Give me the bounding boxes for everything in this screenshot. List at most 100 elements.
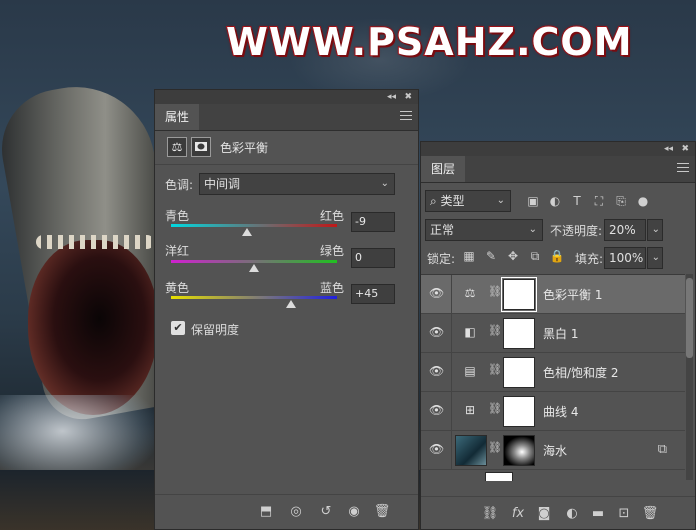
opacity-input[interactable]: 20% xyxy=(604,219,646,241)
close-icon[interactable]: ✖ xyxy=(404,90,412,104)
lock-image-icon[interactable]: ✎ xyxy=(483,248,499,264)
tab-layers[interactable]: 图层 xyxy=(421,156,466,182)
smart-filter-icon[interactable]: ⧉ xyxy=(658,442,667,457)
chevron-down-icon: ⌄ xyxy=(528,224,537,235)
lock-position-icon[interactable]: ✥ xyxy=(505,248,521,264)
smart-object-filter-icon[interactable]: ⎘ xyxy=(613,193,629,209)
layer-mask-thumbnail[interactable] xyxy=(503,435,535,466)
add-mask-icon[interactable]: ◙ xyxy=(535,505,553,523)
panel-menu-icon[interactable] xyxy=(400,111,412,121)
pixel-filter-icon[interactable]: ▣ xyxy=(525,193,541,209)
layers-scrollbar[interactable] xyxy=(686,274,693,480)
shark-teeth xyxy=(36,235,154,249)
layer-row-sea-water[interactable]: 👁 ⛓ 海水 ⧉ xyxy=(421,431,685,470)
cyan-red-value[interactable]: -9 xyxy=(351,212,395,232)
adjustment-title: 色彩平衡 xyxy=(220,141,269,155)
collapse-icon[interactable]: ◂◂ xyxy=(664,142,673,156)
lock-artboard-icon[interactable]: ⧉ xyxy=(527,248,543,264)
opacity-dropdown[interactable]: ⌄ xyxy=(647,219,663,241)
adjustment-filter-icon[interactable]: ◐ xyxy=(547,193,563,209)
fill-dropdown[interactable]: ⌄ xyxy=(647,247,663,269)
yellow-blue-value[interactable]: +45 xyxy=(351,284,395,304)
link-icon[interactable]: ⛓ xyxy=(488,285,502,298)
chevron-down-icon: ⌄ xyxy=(380,178,389,189)
type-filter-icon[interactable]: T xyxy=(569,193,585,209)
shape-filter-icon[interactable]: ⛶ xyxy=(591,193,607,209)
preserve-luminosity-checkbox[interactable]: ✔ xyxy=(171,321,185,335)
watermark-text: WWW.PSAHZ.COM xyxy=(225,19,633,65)
layer-mask-thumbnail[interactable] xyxy=(503,318,535,349)
view-previous-icon[interactable]: ◎ xyxy=(287,503,305,521)
eye-icon[interactable]: 👁 xyxy=(429,286,444,300)
link-layers-icon[interactable]: ⛓ xyxy=(481,505,499,523)
adjustment-header: ⚖ 色彩平衡 xyxy=(155,130,418,165)
filter-toggle-icon[interactable]: ● xyxy=(635,193,651,209)
new-group-icon[interactable]: ▬ xyxy=(589,505,607,523)
tone-value: 中间调 xyxy=(204,177,241,191)
lock-all-icon[interactable]: 🔒 xyxy=(549,248,565,264)
chevron-down-icon: ⌄ xyxy=(651,224,660,235)
cyan-red-thumb[interactable] xyxy=(241,228,252,236)
link-icon[interactable]: ⛓ xyxy=(488,441,502,454)
layer-image-thumbnail[interactable] xyxy=(455,435,487,466)
black-white-icon: ◧ xyxy=(464,325,476,339)
layer-row-color-balance[interactable]: 👁 ⚖ ⛓ 色彩平衡 1 xyxy=(421,275,685,314)
filter-kind-dropdown[interactable]: ⌕ 类型 ⌄ xyxy=(425,190,511,212)
layer-mask-thumbnail[interactable] xyxy=(501,277,537,312)
scales-icon[interactable]: ⚖ xyxy=(167,137,187,157)
tone-dropdown[interactable]: 中间调 ⌄ xyxy=(199,173,395,195)
cyan-red-track[interactable] xyxy=(171,224,337,227)
yellow-blue-thumb[interactable] xyxy=(286,300,297,308)
eye-icon[interactable]: 👁 xyxy=(429,403,444,417)
new-layer-icon[interactable]: ⊡ xyxy=(615,505,633,523)
eye-icon[interactable]: 👁 xyxy=(429,442,444,456)
close-icon[interactable]: ✖ xyxy=(681,142,689,156)
divider xyxy=(451,275,452,313)
new-adjustment-icon[interactable]: ◐ xyxy=(563,505,581,523)
panel-titlebar: ◂◂ ✖ xyxy=(155,90,418,104)
layer-thumbnail xyxy=(485,472,513,481)
chevron-down-icon: ⌄ xyxy=(496,195,505,206)
trash-icon[interactable]: 🗑 xyxy=(373,503,391,521)
magenta-green-value[interactable]: 0 xyxy=(351,248,395,268)
lock-transparent-icon[interactable]: ▦ xyxy=(461,248,477,264)
divider xyxy=(451,353,452,391)
link-icon[interactable]: ⛓ xyxy=(488,402,502,415)
layer-mask-thumbnail[interactable] xyxy=(503,357,535,388)
tab-properties[interactable]: 属性 xyxy=(155,104,200,130)
layer-mask-thumbnail[interactable] xyxy=(503,396,535,427)
slider-left-label: 青色 xyxy=(165,209,190,223)
reset-icon[interactable]: ↺ xyxy=(317,503,335,521)
divider xyxy=(451,431,452,469)
collapse-icon[interactable]: ◂◂ xyxy=(387,90,396,104)
scroll-thumb[interactable] xyxy=(686,278,693,358)
magenta-green-track[interactable] xyxy=(171,260,337,263)
blend-mode-dropdown[interactable]: 正常 ⌄ xyxy=(425,219,543,241)
clip-to-layer-icon[interactable]: ⬒ xyxy=(257,503,275,521)
fill-label: 填充: xyxy=(575,252,604,266)
slider-right-label: 蓝色 xyxy=(320,281,345,295)
slider-left-label: 洋红 xyxy=(165,244,190,258)
layer-name: 海水 xyxy=(543,444,568,458)
mask-icon[interactable] xyxy=(191,137,211,157)
link-icon[interactable]: ⛓ xyxy=(488,363,502,376)
eye-icon[interactable]: 👁 xyxy=(429,364,444,378)
shark-mouth xyxy=(28,240,158,415)
link-icon[interactable]: ⛓ xyxy=(488,324,502,337)
layer-row-curves[interactable]: 👁 ⊞ ⛓ 曲线 4 xyxy=(421,392,685,431)
trash-icon[interactable]: 🗑 xyxy=(641,505,659,523)
layer-row-hue-saturation[interactable]: 👁 ▤ ⛓ 色相/饱和度 2 xyxy=(421,353,685,392)
fx-icon[interactable]: fx xyxy=(509,505,527,523)
lock-label: 锁定: xyxy=(427,252,456,266)
layer-row-black-white[interactable]: 👁 ◧ ⛓ 黑白 1 xyxy=(421,314,685,353)
divider xyxy=(451,392,452,430)
magenta-green-thumb[interactable] xyxy=(249,264,259,272)
visibility-eye-icon[interactable]: ◉ xyxy=(345,503,363,521)
eye-icon[interactable]: 👁 xyxy=(429,325,444,339)
fill-input[interactable]: 100% xyxy=(604,247,646,269)
layer-row-partial[interactable]: 👁 xyxy=(421,470,685,481)
panel-menu-icon[interactable] xyxy=(677,163,689,173)
yellow-blue-track[interactable] xyxy=(171,296,337,299)
layers-footer: ⛓ fx ◙ ◐ ▬ ⊡ 🗑 xyxy=(421,496,695,529)
blend-mode-value: 正常 xyxy=(430,223,455,237)
